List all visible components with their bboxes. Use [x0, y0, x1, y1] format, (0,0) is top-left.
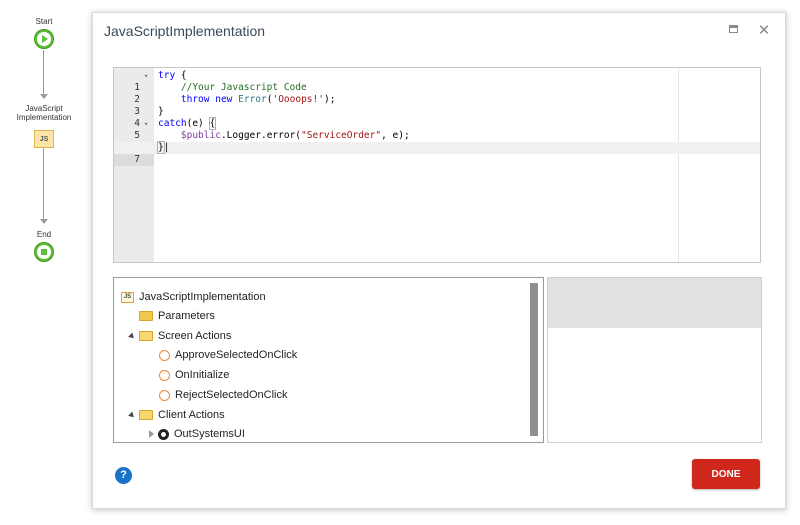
tree-item-label: ApproveSelectedOnClick — [175, 349, 298, 361]
scope-tree[interactable]: JS JavaScriptImplementation Parameters S… — [113, 277, 544, 443]
tree-item-label: RejectSelectedOnClick — [175, 389, 288, 401]
code-line[interactable]: 5 ▾ catch(e) { — [114, 117, 760, 141]
action-flow-canvas: Start JavaScript Implementation JS End — [0, 0, 90, 525]
code-text: $public.Logger.error("ServiceOrder", e); — [180, 130, 410, 141]
tree-item-label: JavaScriptImplementation — [139, 291, 266, 303]
tree-item-label: OnInitialize — [175, 369, 230, 381]
code-editor[interactable]: 1 ▾ try { 2 //Your Javascript Code 3 thr… — [113, 67, 761, 263]
tree-item-label: Screen Actions — [158, 330, 232, 342]
open-folder-icon — [139, 410, 153, 420]
open-folder-icon — [139, 331, 153, 341]
code-line[interactable]: 3 throw new Error('Oooops!'); — [114, 94, 760, 117]
tree-item-parameters[interactable]: Parameters — [139, 307, 215, 325]
tree-item-label: OutSystemsUI — [174, 428, 245, 440]
tree-item-label: Parameters — [158, 310, 215, 322]
flow-arrow-2 — [40, 219, 48, 224]
tree-item-screen-action[interactable]: ApproveSelectedOnClick — [159, 346, 297, 364]
start-node-label: Start — [35, 17, 53, 26]
close-icon[interactable]: ✕ — [757, 23, 771, 38]
end-node[interactable] — [34, 242, 54, 262]
code-line-active[interactable]: 7 }| — [114, 141, 760, 166]
code-line[interactable]: 2 //Your Javascript Code — [114, 82, 760, 105]
js-node-label-line2: Implementation — [16, 113, 72, 122]
tree-item-label: Client Actions — [158, 409, 225, 421]
tree-scrollbar[interactable] — [530, 283, 538, 436]
properties-header — [548, 278, 761, 328]
tree-item-client-actions[interactable]: Client Actions — [128, 406, 225, 424]
screen-action-icon — [159, 389, 170, 401]
js-node-label-line1: JavaScript — [25, 104, 63, 113]
properties-pane — [547, 277, 762, 443]
end-node-label: End — [36, 230, 52, 239]
code-text: }| — [157, 141, 170, 154]
stop-icon — [41, 249, 47, 255]
code-text: catch(e) { — [158, 117, 217, 130]
maximize-icon[interactable] — [727, 23, 741, 37]
tree-root-item[interactable]: JS JavaScriptImplementation — [121, 288, 266, 306]
tree-item-screen-action[interactable]: OnInitialize — [159, 366, 229, 384]
code-lines: 1 ▾ try { 2 //Your Javascript Code 3 thr… — [114, 70, 760, 166]
code-text: try { — [158, 70, 187, 81]
javascript-node[interactable]: JS — [34, 130, 54, 148]
expand-triangle-icon[interactable] — [128, 332, 136, 340]
javascript-editor-dialog: JavaScriptImplementation ✕ 1 ▾ try { 2 /… — [92, 12, 786, 509]
code-line[interactable]: 4 } — [114, 106, 760, 129]
done-button[interactable]: DONE — [692, 459, 760, 489]
flow-connector-2 — [43, 148, 44, 220]
dialog-title: JavaScriptImplementation — [104, 23, 266, 39]
screen-action-icon — [159, 349, 170, 361]
code-text: throw new Error('Oooops!'); — [180, 94, 336, 105]
module-icon — [158, 428, 169, 440]
tree-item-module[interactable]: OutSystemsUI — [149, 425, 245, 442]
play-icon — [42, 35, 48, 43]
code-line[interactable]: 1 ▾ try { — [114, 70, 760, 93]
collapse-triangle-icon[interactable] — [149, 430, 154, 438]
tree-item-screen-action[interactable]: RejectSelectedOnClick — [159, 386, 288, 404]
help-icon[interactable]: ? — [115, 467, 132, 484]
fold-toggle-icon[interactable]: ▾ — [144, 70, 148, 82]
code-line[interactable]: 6 $public.Logger.error("ServiceOrder", e… — [114, 130, 760, 153]
js-node-icon-text: JS — [39, 135, 49, 143]
expand-triangle-icon[interactable] — [128, 411, 136, 419]
screen-action-icon — [159, 369, 170, 381]
flow-connector-1 — [43, 50, 44, 95]
folder-icon — [139, 311, 153, 321]
javascript-icon: JS — [121, 291, 134, 303]
tree-item-screen-actions[interactable]: Screen Actions — [128, 327, 232, 345]
flow-arrow-1 — [40, 94, 48, 99]
fold-toggle-icon[interactable]: ▾ — [144, 118, 148, 130]
code-text: //Your Javascript Code — [180, 82, 307, 93]
line-number: 7 — [114, 154, 154, 166]
start-node[interactable] — [34, 29, 54, 49]
code-text: } — [158, 106, 164, 117]
